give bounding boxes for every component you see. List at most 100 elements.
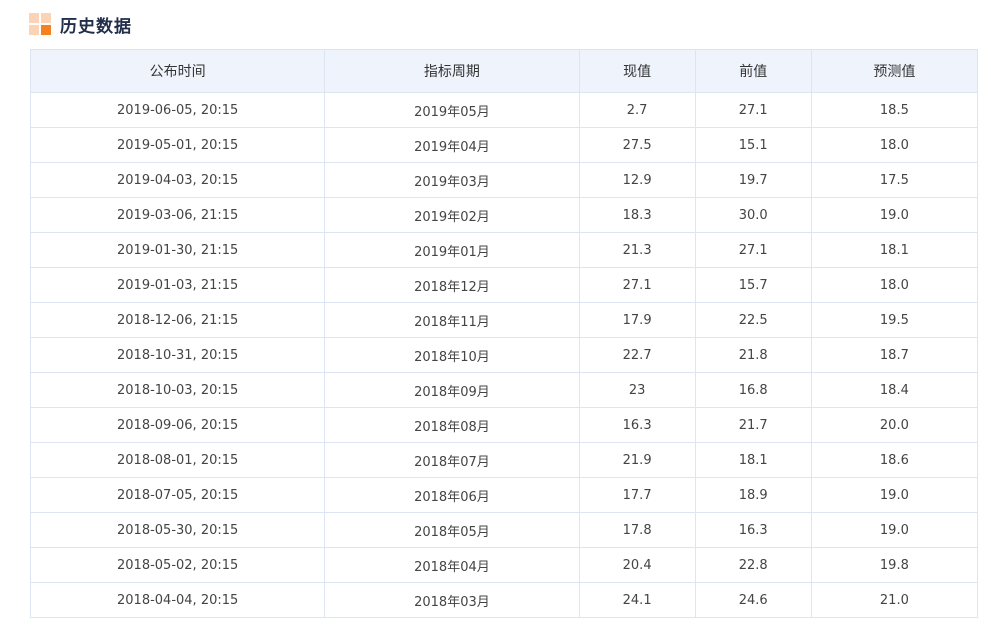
actual-value-cell: 18.3 [578,197,696,233]
column-header-forecast-value: 预测值 [810,49,979,93]
release-time-cell: 2018-04-04, 20:15 [29,582,326,618]
indicator-period-cell: 2019年02月 [324,197,580,233]
indicator-period-cell: 2019年04月 [324,127,580,163]
table-row: 2018-04-04, 20:15 2018年03月 24.1 24.6 21.0 [29,582,979,618]
release-time-cell: 2018-09-06, 20:15 [29,407,326,443]
previous-value-cell: 27.1 [694,232,812,268]
column-header-previous-value: 前值 [694,49,812,93]
forecast-value-cell: 18.7 [810,337,979,373]
indicator-period-cell: 2018年08月 [324,407,580,443]
table-row: 2018-10-03, 20:15 2018年09月 23 16.8 18.4 [29,372,979,408]
table-row: 2019-04-03, 20:15 2019年03月 12.9 19.7 17.5 [29,162,979,198]
previous-value-cell: 22.8 [694,547,812,583]
section-header: 历史数据 [29,11,132,37]
indicator-period-cell: 2018年09月 [324,372,580,408]
table-row: 2018-10-31, 20:15 2018年10月 22.7 21.8 18.7 [29,337,979,373]
column-header-release-time: 公布时间 [29,49,326,93]
logo-square-bottom-right [41,25,51,35]
forecast-value-cell: 19.0 [810,477,979,513]
table-row: 2019-05-01, 20:15 2019年04月 27.5 15.1 18.0 [29,127,979,163]
table-row: 2018-08-01, 20:15 2018年07月 21.9 18.1 18.6 [29,442,979,478]
previous-value-cell: 16.3 [694,512,812,548]
previous-value-cell: 21.8 [694,337,812,373]
indicator-period-cell: 2018年10月 [324,337,580,373]
forecast-value-cell: 19.8 [810,547,979,583]
previous-value-cell: 16.8 [694,372,812,408]
release-time-cell: 2018-10-03, 20:15 [29,372,326,408]
previous-value-cell: 18.9 [694,477,812,513]
release-time-cell: 2018-07-05, 20:15 [29,477,326,513]
actual-value-cell: 16.3 [578,407,696,443]
actual-value-cell: 21.3 [578,232,696,268]
column-header-indicator-period: 指标周期 [324,49,580,93]
forecast-value-cell: 20.0 [810,407,979,443]
actual-value-cell: 12.9 [578,162,696,198]
forecast-value-cell: 18.0 [810,127,979,163]
indicator-period-cell: 2019年01月 [324,232,580,268]
forecast-value-cell: 18.6 [810,442,979,478]
table-row: 2018-05-02, 20:15 2018年04月 20.4 22.8 19.8 [29,547,979,583]
table-row: 2019-01-03, 21:15 2018年12月 27.1 15.7 18.0 [29,267,979,303]
table-row: 2018-12-06, 21:15 2018年11月 17.9 22.5 19.5 [29,302,979,338]
indicator-period-cell: 2018年07月 [324,442,580,478]
forecast-value-cell: 18.4 [810,372,979,408]
release-time-cell: 2019-03-06, 21:15 [29,197,326,233]
release-time-cell: 2018-10-31, 20:15 [29,337,326,373]
forecast-value-cell: 19.0 [810,197,979,233]
forecast-value-cell: 18.5 [810,92,979,128]
forecast-value-cell: 17.5 [810,162,979,198]
forecast-value-cell: 19.5 [810,302,979,338]
table-header-row: 公布时间 指标周期 现值 前值 预测值 [29,49,979,93]
table-row: 2019-06-05, 20:15 2019年05月 2.7 27.1 18.5 [29,92,979,128]
release-time-cell: 2019-06-05, 20:15 [29,92,326,128]
release-time-cell: 2019-01-30, 21:15 [29,232,326,268]
release-time-cell: 2018-05-30, 20:15 [29,512,326,548]
indicator-period-cell: 2019年03月 [324,162,580,198]
table-row: 2018-07-05, 20:15 2018年06月 17.7 18.9 19.0 [29,477,979,513]
section-title: 历史数据 [60,16,132,37]
indicator-period-cell: 2018年11月 [324,302,580,338]
actual-value-cell: 17.7 [578,477,696,513]
release-time-cell: 2018-08-01, 20:15 [29,442,326,478]
logo-square-top-right [41,13,51,23]
actual-value-cell: 22.7 [578,337,696,373]
previous-value-cell: 24.6 [694,582,812,618]
table-body: 2019-06-05, 20:15 2019年05月 2.7 27.1 18.5 2019… [29,92,979,618]
release-time-cell: 2018-05-02, 20:15 [29,547,326,583]
previous-value-cell: 15.1 [694,127,812,163]
actual-value-cell: 20.4 [578,547,696,583]
actual-value-cell: 17.9 [578,302,696,338]
indicator-period-cell: 2018年06月 [324,477,580,513]
release-time-cell: 2019-04-03, 20:15 [29,162,326,198]
indicator-period-cell: 2018年04月 [324,547,580,583]
previous-value-cell: 22.5 [694,302,812,338]
indicator-period-cell: 2018年12月 [324,267,580,303]
actual-value-cell: 21.9 [578,442,696,478]
previous-value-cell: 27.1 [694,92,812,128]
logo-square-top-left [29,13,39,23]
table-row: 2018-05-30, 20:15 2018年05月 17.8 16.3 19.0 [29,512,979,548]
forecast-value-cell: 19.0 [810,512,979,548]
table-row: 2019-01-30, 21:15 2019年01月 21.3 27.1 18.1 [29,232,979,268]
column-header-actual-value: 现值 [578,49,696,93]
release-time-cell: 2019-01-03, 21:15 [29,267,326,303]
previous-value-cell: 30.0 [694,197,812,233]
previous-value-cell: 15.7 [694,267,812,303]
forecast-value-cell: 21.0 [810,582,979,618]
indicator-period-cell: 2019年05月 [324,92,580,128]
actual-value-cell: 27.1 [578,267,696,303]
release-time-cell: 2019-05-01, 20:15 [29,127,326,163]
history-data-table: 公布时间 指标周期 现值 前值 预测值 2019-06-05, 20:15 201… [29,49,979,618]
forecast-value-cell: 18.0 [810,267,979,303]
table-row: 2018-09-06, 20:15 2018年08月 16.3 21.7 20.0 [29,407,979,443]
indicator-period-cell: 2018年05月 [324,512,580,548]
actual-value-cell: 24.1 [578,582,696,618]
actual-value-cell: 2.7 [578,92,696,128]
indicator-period-cell: 2018年03月 [324,582,580,618]
previous-value-cell: 18.1 [694,442,812,478]
table-row: 2019-03-06, 21:15 2019年02月 18.3 30.0 19.0 [29,197,979,233]
release-time-cell: 2018-12-06, 21:15 [29,302,326,338]
previous-value-cell: 19.7 [694,162,812,198]
actual-value-cell: 27.5 [578,127,696,163]
logo-square-bottom-left [29,25,39,35]
